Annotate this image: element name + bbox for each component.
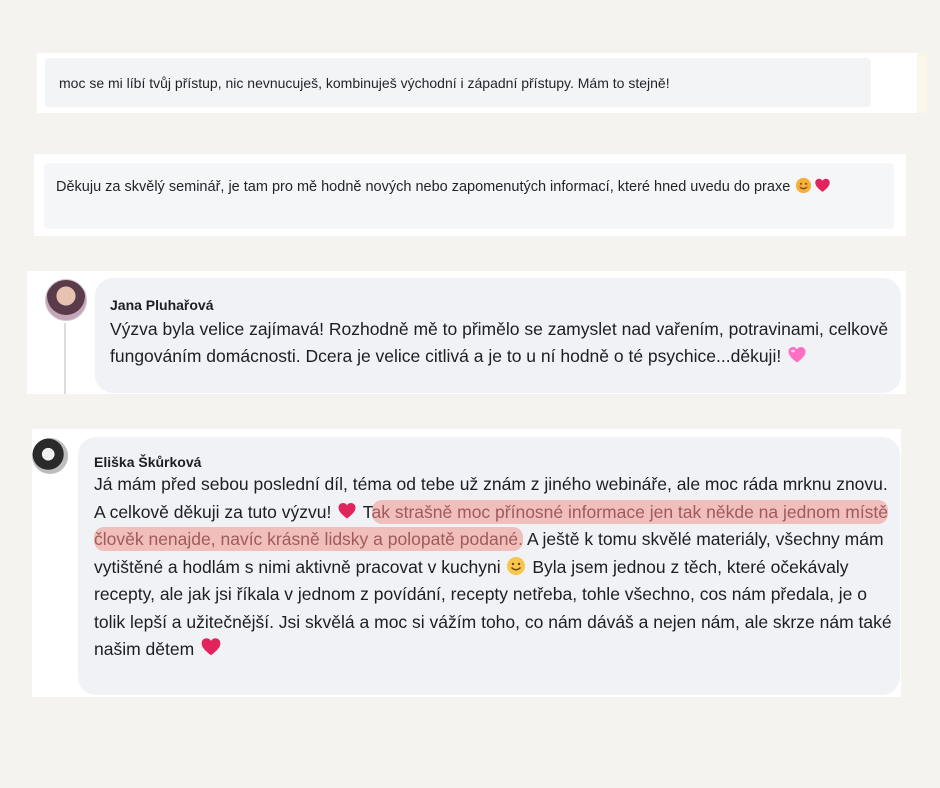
comment-text: moc se mi líbí tvůj přístup, nic nevnucu… bbox=[59, 75, 670, 91]
avatar[interactable] bbox=[45, 279, 87, 321]
comment-text-pre-highlight: T bbox=[362, 501, 372, 522]
comment-card-4: Eliška Škůrková Já mám před sebou posled… bbox=[32, 429, 901, 697]
comment-bubble: Eliška Škůrková Já mám před sebou posled… bbox=[78, 437, 900, 695]
comment-author[interactable]: Eliška Škůrková bbox=[94, 454, 201, 470]
comment-text: Děkuju za skvělý seminář, je tam pro mě … bbox=[56, 179, 791, 195]
comment-author[interactable]: Jana Pluhařová bbox=[110, 297, 214, 313]
red-heart-icon bbox=[814, 177, 831, 194]
card-edge bbox=[917, 53, 927, 113]
pink-heart-icon bbox=[787, 345, 807, 365]
comment-text: Výzva byla velice zajímavá! Rozhodně mě … bbox=[110, 319, 889, 366]
comment-text-wrap: Děkuju za skvělý seminář, je tam pro mě … bbox=[56, 176, 886, 199]
thread-line bbox=[64, 323, 66, 394]
red-heart-icon bbox=[337, 501, 357, 521]
avatar[interactable] bbox=[32, 438, 68, 474]
comment-card-3: Jana Pluhařová Výzva byla velice zajímav… bbox=[27, 271, 906, 394]
smiling-face-icon bbox=[506, 556, 526, 576]
smiling-face-icon bbox=[795, 177, 812, 194]
comment-text-wrap: Výzva byla velice zajímavá! Rozhodně mě … bbox=[110, 316, 890, 370]
comment-bubble: Jana Pluhařová Výzva byla velice zajímav… bbox=[95, 278, 901, 393]
comment-bubble: moc se mi líbí tvůj přístup, nic nevnucu… bbox=[45, 58, 871, 107]
comment-card-1: moc se mi líbí tvůj přístup, nic nevnucu… bbox=[37, 53, 927, 113]
red-heart-icon bbox=[200, 636, 222, 658]
comment-text-wrap: Já mám před sebou poslední díl, téma od … bbox=[94, 471, 894, 664]
comment-card-2: Děkuju za skvělý seminář, je tam pro mě … bbox=[34, 154, 906, 236]
comment-bubble: Děkuju za skvělý seminář, je tam pro mě … bbox=[44, 163, 894, 229]
